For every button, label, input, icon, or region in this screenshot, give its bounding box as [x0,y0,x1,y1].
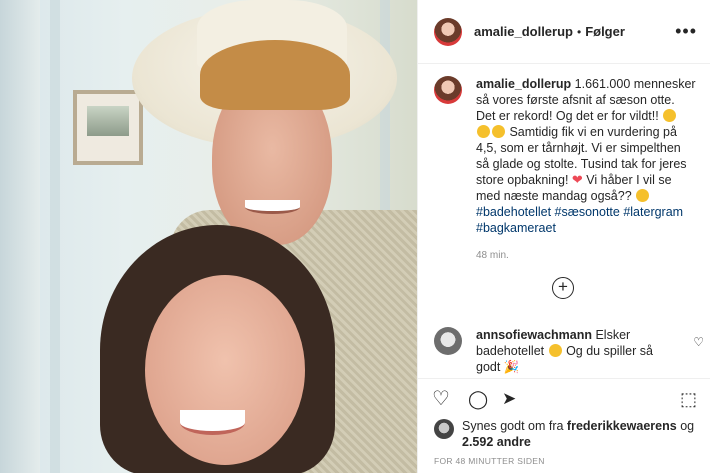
woman-smile [180,410,245,435]
liker-avatar[interactable] [434,419,454,439]
post-header: amalie_dollerup • Følger ••• [418,0,710,64]
door-frame [0,0,40,473]
comment-text: annsofiewachmann Elsker badehotellet Og … [476,327,676,375]
likes-text: Synes godt om fra frederikkewaerens og 2.… [462,418,694,450]
post-panel: amalie_dollerup • Følger ••• amalie_doll… [417,0,710,473]
likes-count[interactable]: 2.592 andre [462,435,531,449]
commenter-avatar[interactable] [434,327,462,355]
man-hair [200,40,350,110]
man-smile [245,200,300,214]
caption-time: 48 min. [476,250,509,261]
likes-connector: og [676,419,695,433]
hug-emoji-icon [636,189,650,202]
likes-prefix: Synes godt om fra [462,419,567,433]
caption-hashtags[interactable]: #badehotellet #sæsonotte #latergram #bag… [476,205,683,235]
hug-emoji-icon [492,125,505,138]
hug-emoji-icon [663,109,677,122]
caption-avatar[interactable] [434,76,462,104]
comment-icon[interactable]: ◯ [468,389,488,409]
author-avatar[interactable] [434,17,462,46]
heart-eyes-emoji-icon [548,344,562,357]
more-options-icon[interactable]: ••• [675,22,697,40]
wall-picture [73,90,143,165]
follow-button[interactable]: Følger [585,24,625,39]
caption: amalie_dollerup 1.661.000 mennesker så v… [434,76,696,261]
wall-stripe [50,0,60,473]
likes-summary: Synes godt om fra frederikkewaerens og 2.… [434,418,699,450]
action-bar: ♡ ◯ ➤ ⬚ [418,378,710,418]
comment-like-icon[interactable]: ♡ [693,335,704,349]
caption-username[interactable]: amalie_dollerup [476,77,571,91]
comment: annsofiewachmann Elsker badehotellet Og … [434,327,704,375]
load-more-comments-icon[interactable]: + [552,277,574,299]
red-heart-icon: ❤ [571,172,583,187]
caption-text: amalie_dollerup 1.661.000 mennesker så v… [476,76,696,236]
post-photo[interactable] [0,0,417,473]
hug-emoji-icon [477,125,490,138]
separator-dot: • [576,24,582,39]
woman-face [145,275,305,465]
liker-username[interactable]: frederikkewaerens [567,419,677,433]
post-timestamp: FOR 48 MINUTTER SIDEN [434,456,545,466]
save-icon[interactable]: ⬚ [680,389,697,409]
like-icon[interactable]: ♡ [432,389,450,409]
author-username[interactable]: amalie_dollerup [474,24,573,39]
party-emoji-icon: 🎉 [503,360,520,374]
share-icon[interactable]: ➤ [502,389,516,409]
comment-username[interactable]: annsofiewachmann [476,328,592,342]
